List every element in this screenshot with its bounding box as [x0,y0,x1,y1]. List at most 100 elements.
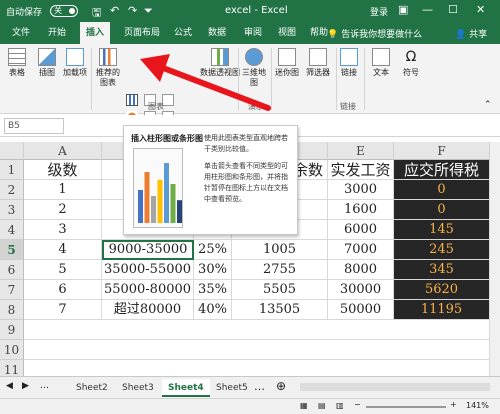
row-header[interactable]: 10 [0,340,24,360]
save-icon[interactable]: 🖫 [92,4,101,23]
empty-row[interactable] [24,340,490,360]
sheet-tab[interactable]: Sheet2 [70,379,114,397]
table-cell[interactable]: 13505 [232,300,328,320]
link-button[interactable]: 链接 [338,48,360,78]
tab-insert[interactable]: 插入 [80,22,111,44]
table-cell[interactable]: 2 [24,200,102,220]
table-cell[interactable]: 7 [24,300,102,320]
zoom-out-icon[interactable]: − [354,400,361,409]
table-cell[interactable]: 6000 [328,220,394,240]
row-header[interactable]: 2 [0,180,24,200]
tax-cell[interactable]: 0 [394,180,490,200]
table-cell[interactable]: 1 [24,180,102,200]
tab-review[interactable]: 审阅 [238,22,268,44]
zoom-level[interactable]: 141% [466,401,489,410]
table-cell[interactable]: 25% [194,240,232,260]
table-cell[interactable]: 5505 [232,280,328,300]
table-cell[interactable]: 5 [24,260,102,280]
row-header[interactable]: 4 [0,220,24,240]
vertical-scrollbar[interactable] [490,142,500,376]
tab-formulas[interactable]: 公式 [168,22,198,44]
header-cell-level[interactable]: 级数 [24,160,102,180]
addins-button[interactable]: 加载项 [62,48,88,78]
tab-page-layout[interactable]: 页面布局 [118,22,166,44]
minimize-icon[interactable]: — [422,3,433,16]
login-button[interactable]: 登录 [370,5,388,18]
table-cell[interactable]: 6 [24,280,102,300]
sheet-tab[interactable]: Sheet3 [116,379,160,397]
table-button[interactable]: 表格 [4,48,30,78]
sheet-tab[interactable]: Sheet5 [210,379,254,397]
tax-cell[interactable]: 245 [394,240,490,260]
tax-cell[interactable]: 145 [394,220,490,240]
undo-icon[interactable]: ↶ [110,4,119,17]
column-header-a[interactable]: A [24,142,102,160]
sheet-tab-active[interactable]: Sheet4 [162,379,210,397]
pivotchart-button[interactable]: 数据透视图 [196,48,244,78]
prev-sheet-icon[interactable]: ◀ [6,381,13,391]
row-header[interactable]: 1 [0,160,24,180]
column-header-e[interactable]: E [328,142,394,160]
next-sheet-icon[interactable]: ▶ [22,381,29,391]
filter-button[interactable]: 筛选器 [304,48,332,78]
table-cell[interactable]: 35% [194,280,232,300]
more-sheets-icon[interactable]: … [40,381,49,391]
row-header[interactable]: 6 [0,260,24,280]
table-cell[interactable]: 50000 [328,300,394,320]
ribbon-display-icon[interactable]: ▣ [398,3,408,16]
redo-icon[interactable]: ↷ [128,4,137,17]
table-cell[interactable]: 3 [24,220,102,240]
header-cell-salary[interactable]: 实发工资 [328,160,394,180]
autosave-toggle[interactable]: 关 [50,5,78,17]
row-header[interactable]: 7 [0,280,24,300]
tax-cell[interactable]: 5620 [394,280,490,300]
maximize-icon[interactable]: ☐ [448,3,458,16]
table-cell[interactable]: 55000-80000 [102,280,194,300]
tab-home[interactable]: 开始 [42,22,72,44]
add-sheet-icon[interactable]: ⊕ [276,379,286,393]
recommended-charts-button[interactable]: 推荐的图表 [94,48,122,88]
close-icon[interactable]: ✕ [476,3,485,16]
tab-file[interactable]: 文件 [6,22,36,44]
horizontal-scrollbar[interactable] [300,383,490,391]
table-cell[interactable]: 3000 [328,180,394,200]
row-header[interactable]: 11 [0,360,24,376]
text-button[interactable]: 文本 [368,48,394,78]
symbol-button[interactable]: Ω 符号 [398,48,424,78]
page-break-view-icon[interactable]: ▥ [336,401,344,410]
more-sheets-icon[interactable]: … [254,380,265,393]
customize-quick-access-icon[interactable]: ⏷ [144,4,153,18]
tax-cell[interactable]: 0 [394,200,490,220]
column-header-f[interactable]: F [394,142,490,160]
table-cell[interactable]: 1005 [232,240,328,260]
row-header[interactable]: 9 [0,320,24,340]
row-header[interactable]: 3 [0,200,24,220]
table-cell[interactable]: 40% [194,300,232,320]
table-cell[interactable]: 1600 [328,200,394,220]
page-layout-view-icon[interactable]: ▤ [318,401,326,410]
zoom-in-icon[interactable]: + [450,400,457,409]
empty-row[interactable] [24,360,490,376]
table-cell[interactable]: 2755 [232,260,328,280]
table-cell[interactable]: 30000 [328,280,394,300]
table-cell[interactable]: 35000-55000 [102,260,194,280]
normal-view-icon[interactable]: ▦ [300,401,308,410]
column-chart-icon[interactable] [126,94,138,106]
table-cell[interactable]: 7000 [328,240,394,260]
row-header[interactable]: 8 [0,300,24,320]
row-header-selected[interactable]: 5 [0,240,24,260]
zoom-slider[interactable] [366,406,446,408]
tax-cell[interactable]: 345 [394,260,490,280]
table-cell[interactable]: 超过80000 [102,300,194,320]
tax-cell[interactable]: 11195 [394,300,490,320]
header-cell-tax[interactable]: 应交所得税 [394,160,490,180]
share-button[interactable]: 👤 共享 [455,27,487,40]
table-cell[interactable]: 4 [24,240,102,260]
select-all-corner[interactable] [0,142,24,160]
map3d-button[interactable]: 三维地图 [240,48,268,88]
name-box[interactable]: B5 [4,118,64,134]
sparkline-button[interactable]: 迷你图 [273,48,301,78]
tab-view[interactable]: 视图 [272,22,302,44]
active-cell-b5[interactable]: 9000-35000 [102,240,194,260]
table-cell[interactable]: 8000 [328,260,394,280]
